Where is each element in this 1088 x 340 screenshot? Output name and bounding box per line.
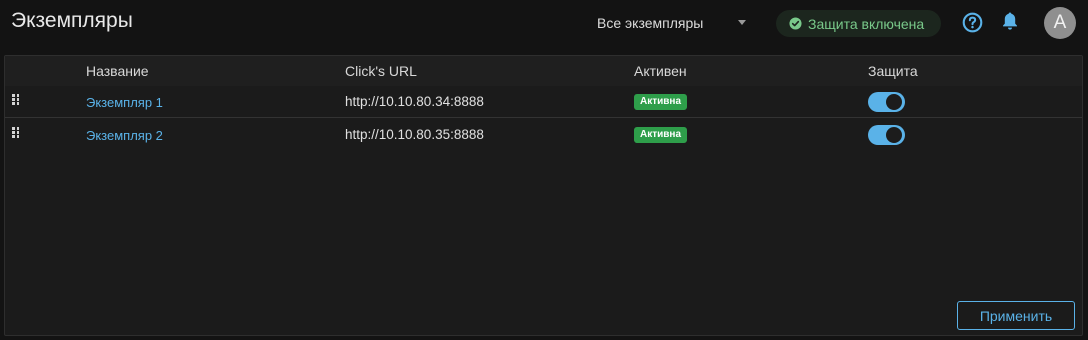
instances-table: Название Click's URL Активен Защита Экзе… — [4, 55, 1083, 336]
page-title: Экземпляры — [11, 9, 133, 32]
column-header-active: Активен — [634, 63, 687, 79]
protection-toggle[interactable] — [868, 92, 905, 112]
column-header-name: Название — [86, 63, 149, 79]
column-header-protection: Защита — [868, 63, 918, 79]
drag-handle-icon[interactable] — [12, 127, 20, 138]
table-row: Экземпляр 1 http://10.10.80.34:8888 Акти… — [5, 86, 1082, 118]
protection-status-badge: Защита включена — [776, 10, 941, 37]
instance-filter-select[interactable]: Все экземпляры — [597, 12, 751, 34]
toggle-knob — [886, 127, 902, 143]
protection-toggle[interactable] — [868, 125, 905, 145]
instance-url: http://10.10.80.34:8888 — [345, 94, 484, 109]
apply-button[interactable]: Применить — [957, 301, 1075, 330]
avatar[interactable]: A — [1044, 7, 1076, 39]
top-bar: Экземпляры Все экземпляры Защита включен… — [0, 0, 1088, 46]
drag-handle-icon[interactable] — [12, 94, 20, 105]
status-badge: Активна — [634, 127, 688, 143]
instance-filter-value: Все экземпляры — [597, 15, 704, 31]
bell-icon[interactable] — [1001, 11, 1019, 31]
table-row: Экземпляр 2 http://10.10.80.35:8888 Акти… — [5, 119, 1082, 151]
table-header: Название Click's URL Активен Защита — [5, 56, 1082, 86]
check-circle-icon — [789, 17, 802, 30]
column-header-url: Click's URL — [345, 63, 417, 79]
protection-status-label: Защита включена — [808, 16, 925, 32]
status-badge: Активна — [634, 94, 688, 110]
instance-name-link[interactable]: Экземпляр 2 — [86, 128, 163, 143]
instance-name-link[interactable]: Экземпляр 1 — [86, 95, 163, 110]
chevron-down-icon — [738, 20, 746, 25]
toggle-knob — [886, 94, 902, 110]
help-circle-icon[interactable] — [962, 12, 983, 33]
instance-url: http://10.10.80.35:8888 — [345, 127, 484, 142]
